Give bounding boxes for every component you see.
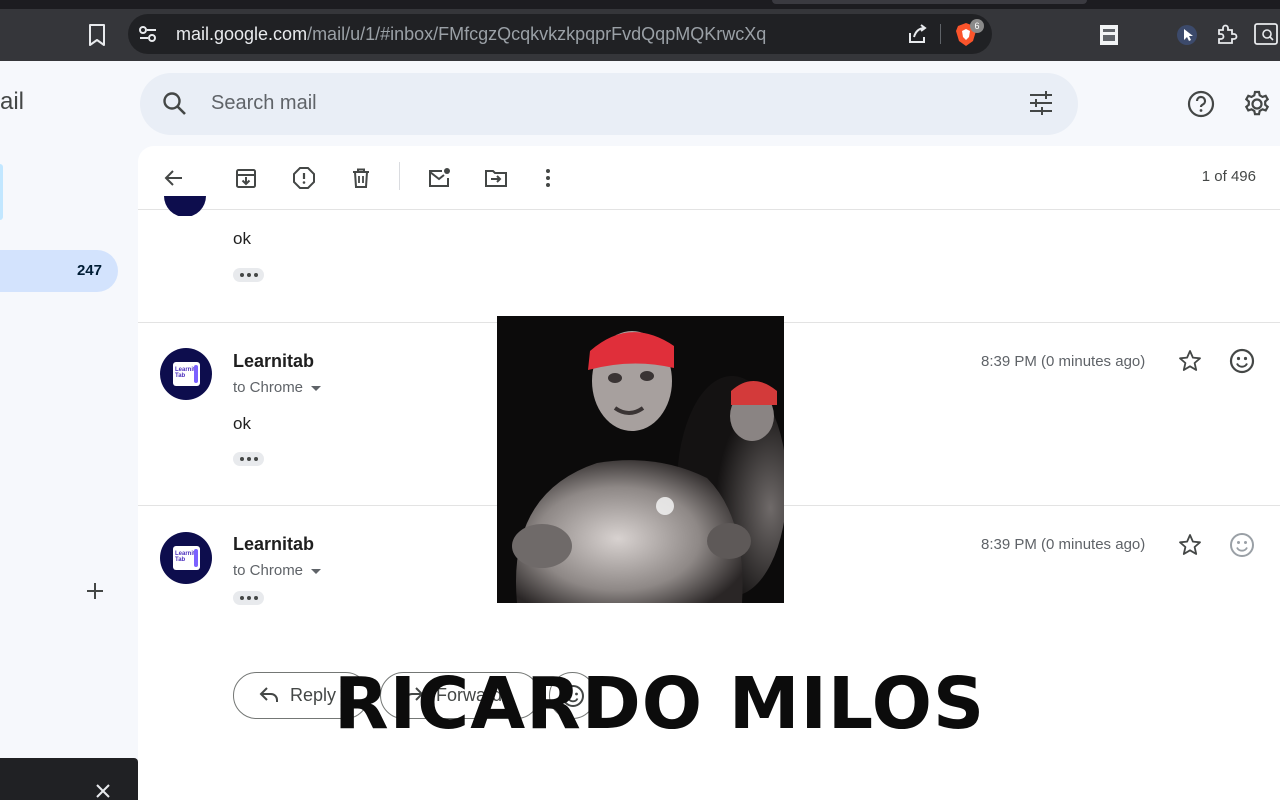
star-icon[interactable] <box>1178 533 1202 557</box>
recipient-details[interactable]: to Chrome <box>233 379 322 396</box>
sender-name[interactable]: Learnitab <box>233 351 314 372</box>
gmail-logo-text[interactable]: ail <box>0 88 24 116</box>
address-divider <box>940 24 941 44</box>
help-icon[interactable] <box>1187 90 1215 118</box>
message-toolbar: 1 of 496 <box>138 146 1280 210</box>
url-host: mail.google.com <box>176 24 308 44</box>
sidebar-item-inbox[interactable]: 247 <box>0 250 118 292</box>
url-path: /mail/u/1/#inbox/FMfcgzQcqkvkzkpqprFvdQq… <box>307 24 767 44</box>
search-options-icon[interactable] <box>1028 91 1054 115</box>
side-panel-icon[interactable] <box>1254 23 1278 45</box>
search-icon[interactable] <box>162 91 188 117</box>
move-to-icon[interactable] <box>484 166 508 190</box>
add-label-icon[interactable] <box>84 580 106 602</box>
gear-icon[interactable] <box>1243 90 1271 118</box>
chevron-down-icon[interactable] <box>311 568 322 574</box>
star-icon[interactable] <box>1178 349 1202 373</box>
recipient-label: to Chrome <box>233 379 304 396</box>
avatar[interactable]: Learnit Tab <box>160 532 212 584</box>
show-trimmed-content-button[interactable] <box>233 268 264 282</box>
show-trimmed-content-button[interactable] <box>233 452 264 466</box>
message-timestamp: 8:39 PM (0 minutes ago) <box>981 536 1146 553</box>
delete-icon[interactable] <box>349 166 373 190</box>
site-settings-icon[interactable] <box>138 25 158 43</box>
search-bar[interactable]: Search mail <box>140 73 1078 135</box>
bookmark-icon[interactable] <box>86 22 108 48</box>
tab-strip <box>0 0 1280 9</box>
add-reaction-icon[interactable] <box>1229 532 1255 558</box>
show-trimmed-content-button[interactable] <box>233 591 264 605</box>
share-icon[interactable] <box>906 23 928 45</box>
message-timestamp: 8:39 PM (0 minutes ago) <box>981 353 1146 370</box>
cursor-extension-icon[interactable] <box>1176 24 1198 46</box>
recipient-details[interactable]: to Chrome <box>233 562 322 579</box>
address-bar[interactable]: mail.google.com/mail/u/1/#inbox/FMfcgzQc… <box>128 14 992 54</box>
url-text[interactable]: mail.google.com/mail/u/1/#inbox/FMfcgzQc… <box>176 24 766 45</box>
pagination-text: 1 of 496 <box>1201 168 1256 185</box>
more-options-icon[interactable] <box>536 166 560 190</box>
brave-badge: 6 <box>970 19 984 33</box>
inbox-unread-count: 247 <box>76 262 102 279</box>
recipient-label: to Chrome <box>233 562 304 579</box>
message-body: ok <box>233 414 251 433</box>
puzzle-icon[interactable] <box>1215 22 1239 46</box>
back-arrow-icon[interactable] <box>162 166 186 190</box>
extension-icon[interactable] <box>1098 24 1120 46</box>
meme-overlay-image <box>497 316 784 603</box>
close-icon[interactable] <box>94 782 112 800</box>
sender-name[interactable]: Learnitab <box>233 534 314 555</box>
toolbar-divider <box>399 162 400 190</box>
browser-toolbar: mail.google.com/mail/u/1/#inbox/FMfcgzQc… <box>0 9 1280 61</box>
tab-edge[interactable] <box>772 0 1087 4</box>
compose-button[interactable] <box>0 164 3 220</box>
message-body: ok <box>233 229 251 248</box>
archive-icon[interactable] <box>234 166 258 190</box>
add-reaction-icon[interactable] <box>1229 348 1255 374</box>
avatar[interactable] <box>160 196 210 217</box>
search-input[interactable]: Search mail <box>211 92 317 115</box>
reply-label: Reply <box>290 685 337 705</box>
mark-unread-icon[interactable] <box>427 166 451 190</box>
report-spam-icon[interactable] <box>292 166 316 190</box>
chat-panel-bar <box>0 758 138 800</box>
meme-caption: RICARDO MILOS <box>334 662 986 745</box>
chevron-down-icon[interactable] <box>311 385 322 391</box>
avatar[interactable]: Learnit Tab <box>160 348 212 400</box>
